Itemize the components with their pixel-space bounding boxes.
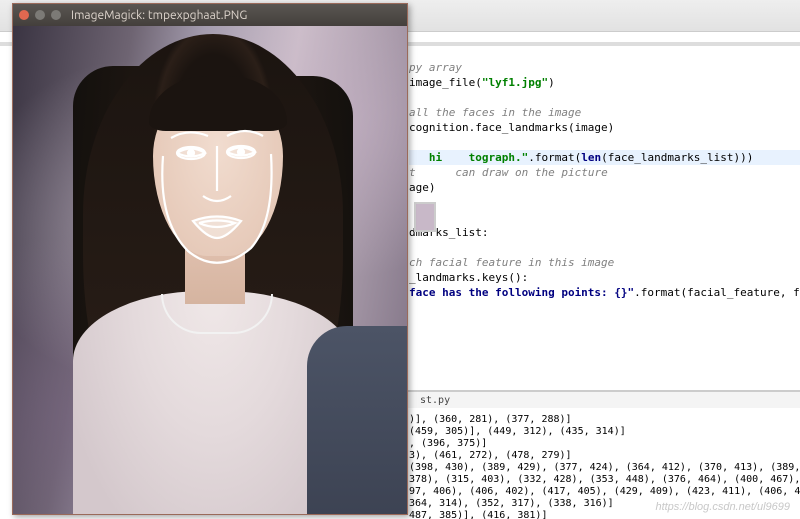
code-comment: t [409, 166, 416, 179]
output-line: 364, 314), (352, 317), (338, 316)] [409, 498, 614, 509]
code-comment: all the faces in the image [409, 106, 581, 119]
code-comment: py array [409, 61, 462, 74]
output-line: (459, 305)], (449, 312), (435, 314)] [409, 426, 626, 437]
code-keyword: len [581, 151, 601, 164]
output-line: 97, 406), (406, 402), (417, 405), (429, … [409, 486, 800, 497]
code-comment: ch facial feature in this image [409, 256, 614, 269]
output-line: )], (360, 281), (377, 288)] [409, 414, 572, 425]
code-line: age) [409, 181, 436, 194]
code-string: "lyf1.jpg" [482, 76, 548, 89]
code-string: tograph." [469, 151, 529, 164]
output-line: 3), (461, 272), (478, 279)] [409, 450, 572, 461]
code-string: face has the following points: {}" [409, 286, 634, 299]
image-thumbnail[interactable] [414, 202, 436, 232]
code-line: .format( [528, 151, 581, 164]
output-line: (398, 430), (389, 429), (377, 424), (364… [409, 462, 800, 473]
code-comment: can draw on the picture [455, 166, 607, 179]
output-line: 378), (315, 403), (332, 428), (353, 448)… [409, 474, 800, 485]
highlighted-line: hi tograph.".format(len(face_landmarks_l… [409, 150, 800, 165]
output-separator [405, 390, 800, 408]
minimize-icon[interactable] [35, 10, 45, 20]
titlebar[interactable]: ImageMagick: tmpexpghaat.PNG [13, 4, 407, 26]
output-line: , (396, 375)] [409, 438, 487, 449]
code-line: ) [548, 76, 555, 89]
output-tab[interactable]: st.py [420, 395, 450, 406]
code-editor[interactable]: py array image_file("lyf1.jpg") all the … [405, 50, 800, 300]
face-landmarks-overlay [13, 26, 407, 514]
close-icon[interactable] [19, 10, 29, 20]
code-line: cognition.face_landmarks(image) [409, 121, 614, 134]
image-canvas[interactable] [13, 26, 407, 514]
code-line: (face_landmarks_list))) [601, 151, 753, 164]
imagemagick-window[interactable]: ImageMagick: tmpexpghaat.PNG [12, 3, 408, 515]
output-line: 487, 385)], (416, 381)] [409, 510, 547, 519]
code-line: image_file( [409, 76, 482, 89]
watermark: https://blog.csdn.net/ul9699 [655, 501, 790, 513]
code-line: _landmarks.keys(): [409, 271, 528, 284]
window-title: ImageMagick: tmpexpghaat.PNG [71, 9, 247, 22]
code-string: hi [429, 151, 442, 164]
code-line: .format(facial_feature, fac [634, 286, 800, 299]
maximize-icon[interactable] [51, 10, 61, 20]
